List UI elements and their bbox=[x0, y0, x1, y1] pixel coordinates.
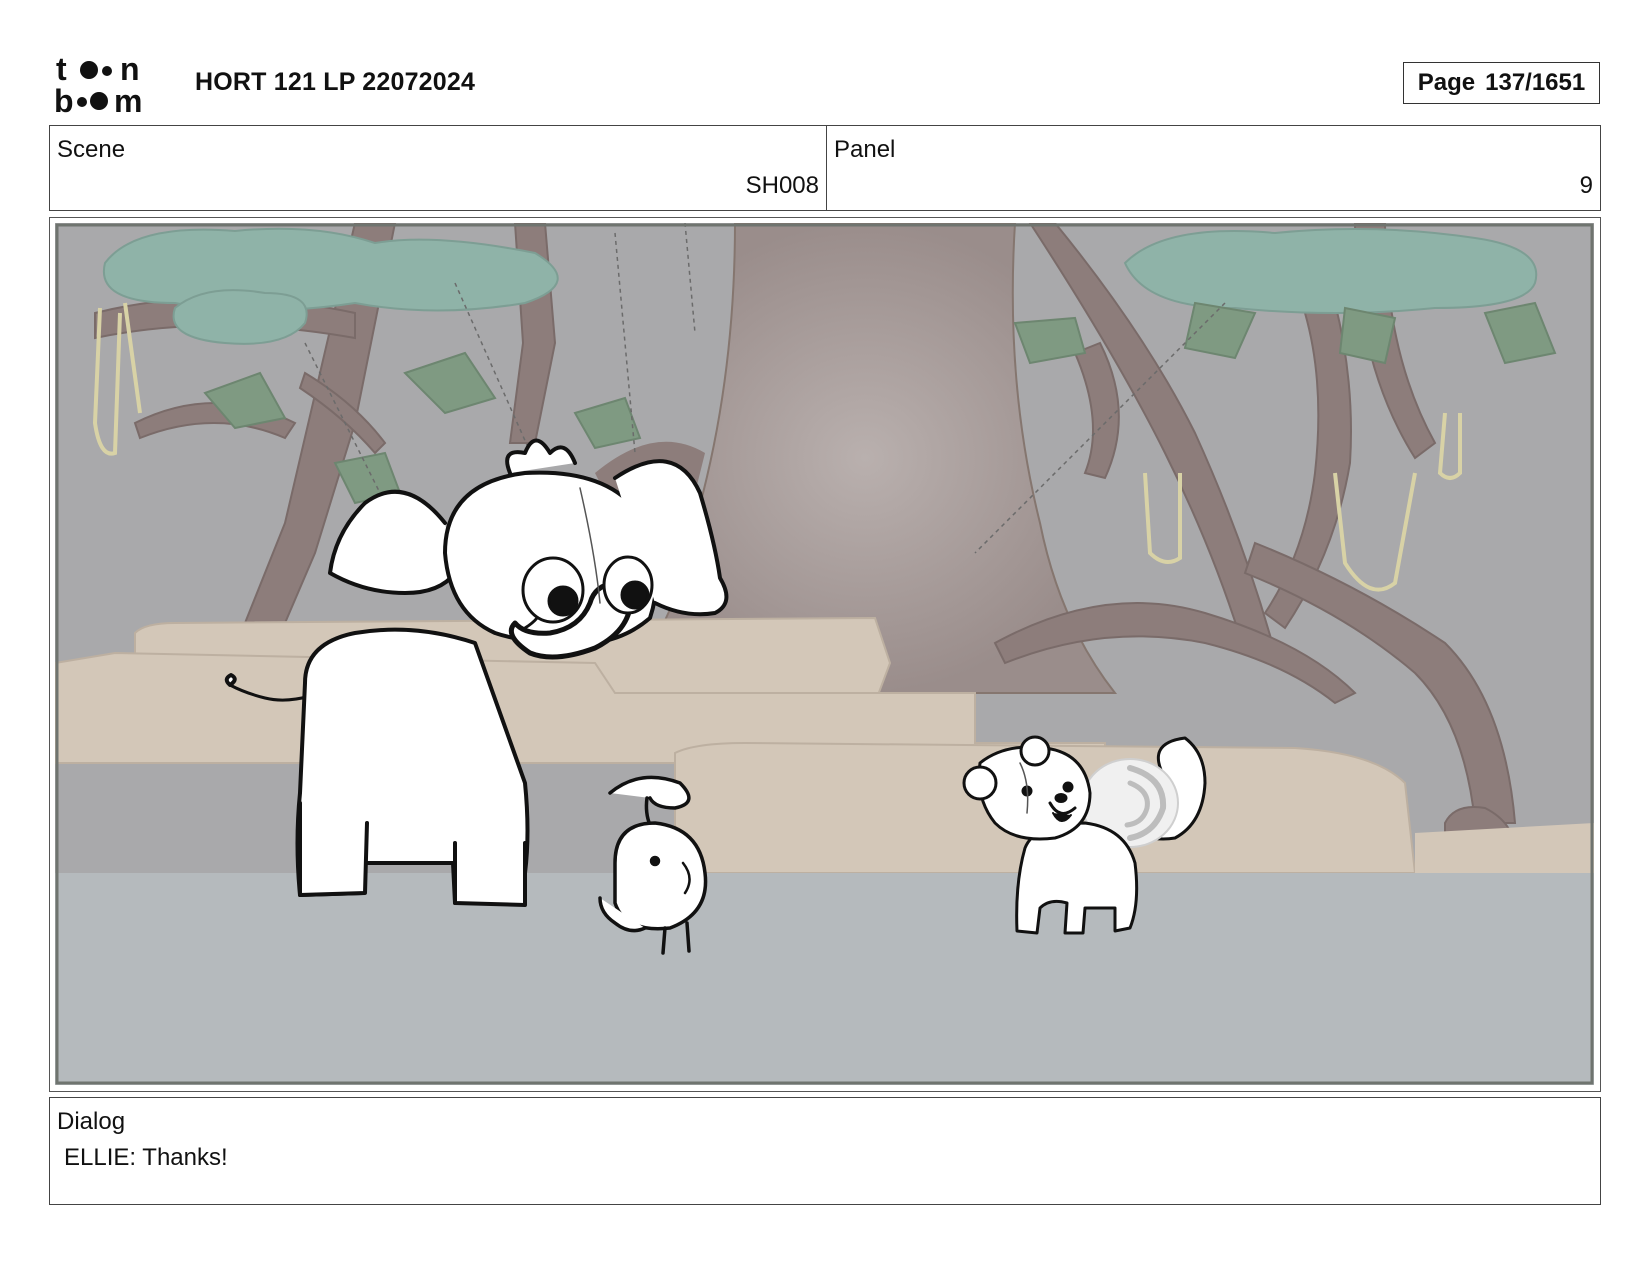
scene-cell: Scene SH008 bbox=[50, 126, 827, 210]
scene-value: SH008 bbox=[745, 172, 819, 199]
document-title: HORT 121 LP 22072024 bbox=[195, 68, 476, 96]
panel-cell: Panel 9 bbox=[827, 126, 1600, 210]
dialog-text: ELLIE: Thanks! bbox=[64, 1144, 228, 1171]
panel-label: Panel bbox=[834, 136, 896, 163]
scene-label: Scene bbox=[57, 136, 126, 163]
panel-value: 9 bbox=[1579, 172, 1593, 199]
svg-text:m: m bbox=[114, 83, 142, 118]
dialog-box: Dialog ELLIE: Thanks! bbox=[49, 1097, 1601, 1205]
svg-text:n: n bbox=[120, 52, 140, 87]
ground-floor bbox=[55, 873, 1594, 1085]
storyboard-frame bbox=[49, 217, 1601, 1092]
page-value: 137/1651 bbox=[1485, 69, 1586, 96]
right-foliage bbox=[1123, 228, 1538, 314]
toonboom-logo: t n b m bbox=[52, 51, 170, 119]
page-label: Page bbox=[1417, 69, 1476, 96]
storyboard-drawing bbox=[55, 223, 1594, 1085]
page-counter: Page 137/1651 bbox=[1403, 62, 1600, 104]
dialog-label: Dialog bbox=[57, 1108, 126, 1135]
svg-text:b: b bbox=[54, 83, 74, 118]
logo-text-top: t bbox=[56, 52, 67, 87]
scene-panel-info: Scene SH008 Panel 9 bbox=[49, 125, 1601, 211]
